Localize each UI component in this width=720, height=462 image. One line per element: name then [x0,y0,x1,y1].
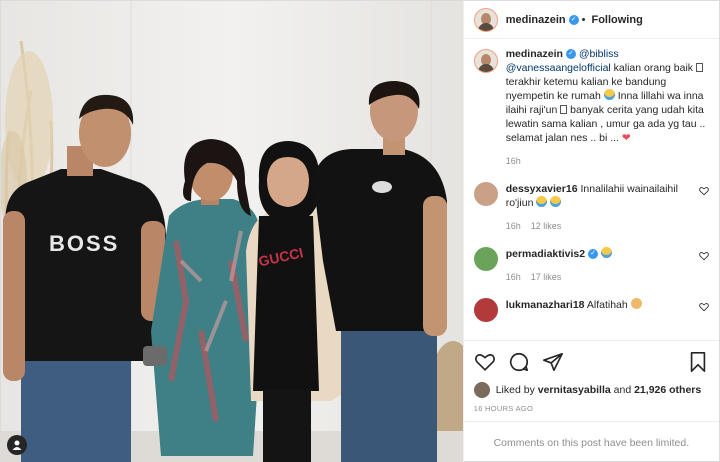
caption-time[interactable]: 16h [506,156,521,166]
crying-face-icon [536,196,548,207]
instagram-post: BOSS GUCCI medinazein ✓ • Following medi… [0,0,720,462]
shirt-text: BOSS [49,231,119,256]
crying-face-icon [601,247,613,258]
comment-avatar[interactable] [473,298,498,322]
comment-avatar[interactable] [473,247,498,271]
comment-time[interactable]: 16h [506,272,521,282]
post-header: medinazein ✓ • Following [463,1,719,39]
comments-list[interactable]: medinazein ✓ @bibliss @vanessaangeloffici… [464,39,719,340]
avatar[interactable] [473,7,498,32]
post-sidebar: medinazein ✓ • Following medinazein ✓ @bi… [462,1,719,462]
caption-mention-bibliss[interactable]: @bibliss [579,48,619,60]
comment-username[interactable]: permadiaktivis2 [506,248,585,260]
caption-avatar[interactable] [473,49,498,73]
post-timestamp[interactable]: 16 HOURS AGO [464,398,719,413]
caption-username[interactable]: medinazein [506,48,563,60]
user-tag-icon[interactable] [7,435,27,455]
comment-heart-icon[interactable] [699,251,709,261]
likes-count[interactable]: 21,926 others [634,384,701,396]
comment-item: permadiaktivis2 ✓ 16h 17 likes [473,247,709,284]
heart-icon[interactable] [474,351,496,373]
likes-middle: and [613,384,632,396]
bookmark-icon[interactable] [687,351,709,373]
caption-mention-vanessa[interactable]: @vanessaangelofficial [506,62,611,74]
comment-time[interactable]: 16h [506,221,521,231]
comment-item: dessyxavier16 Innalilahii wainailaihil r… [473,182,709,233]
crying-face-icon [603,89,615,100]
comment-text: Alfatihah [586,299,631,311]
following-button[interactable]: Following [591,14,642,26]
header-username[interactable]: medinazein [506,14,566,26]
liker-avatar[interactable] [473,382,490,398]
caption: medinazein ✓ @bibliss @vanessaangeloffici… [473,47,709,168]
comment-avatar[interactable] [473,182,498,206]
likes-summary: Liked by vernitasyabilla and 21,926 othe… [464,374,719,398]
verified-icon: ✓ [588,249,599,260]
verified-icon: ✓ [565,49,576,60]
header-separator: • [581,13,586,26]
comment-heart-icon[interactable] [699,302,709,312]
verified-icon: ✓ [568,14,579,25]
photo-illustration: BOSS GUCCI [1,1,463,462]
caption-text-1: kalian orang baik [610,62,694,74]
comment-likes[interactable]: 17 likes [531,272,562,282]
comment-icon[interactable] [508,351,530,373]
folded-hands-icon [630,298,642,309]
comment-likes[interactable]: 12 likes [531,221,562,231]
comment-item: lukmanazhari18 Alfatihah [473,298,709,322]
liker-username[interactable]: vernitasyabilla [538,384,611,396]
post-photo[interactable]: BOSS GUCCI [1,1,463,462]
likes-prefix: Liked by [495,384,535,396]
comment-username[interactable]: dessyxavier16 [506,183,578,195]
comment-username[interactable]: lukmanazhari18 [506,299,585,311]
comment-heart-icon[interactable] [699,186,709,196]
unknown-glyph-icon [695,63,703,72]
red-heart-icon: ❤ [621,132,631,144]
comments-limited-notice: Comments on this post have been limited. [463,421,719,462]
crying-face-icon [550,196,562,207]
action-bar [463,340,719,374]
share-icon[interactable] [542,351,564,373]
